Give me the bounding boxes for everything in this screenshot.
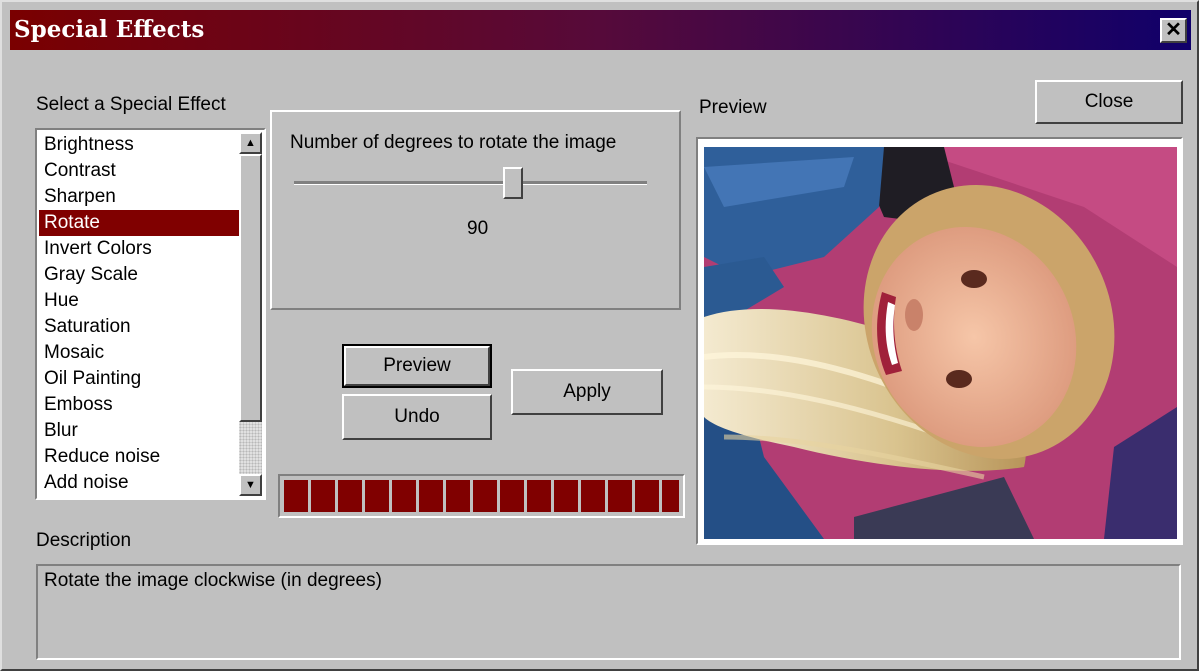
effect-item[interactable]: Brightness xyxy=(39,132,241,158)
window-title: Special Effects xyxy=(14,16,205,43)
effect-item[interactable]: Rotate xyxy=(39,210,241,236)
scroll-up-icon: ▲ xyxy=(245,137,256,149)
preview-pane xyxy=(696,137,1183,545)
preview-label: Preview xyxy=(699,97,767,118)
effect-item[interactable]: Add noise xyxy=(39,470,241,496)
special-effects-dialog: Special Effects ✕ Select a Special Effec… xyxy=(0,0,1199,671)
effect-item[interactable]: Contrast xyxy=(39,158,241,184)
progress-bar xyxy=(278,474,685,518)
description-label: Description xyxy=(36,530,132,551)
undo-button[interactable]: Undo xyxy=(342,394,492,440)
effects-list-label: Select a Special Effect xyxy=(36,94,226,115)
effect-item[interactable]: Blur xyxy=(39,418,241,444)
scroll-thumb[interactable] xyxy=(239,154,262,422)
scroll-down-icon: ▼ xyxy=(245,479,256,491)
description-text: Rotate the image clockwise (in degrees) xyxy=(44,570,382,591)
parameter-group: Number of degrees to rotate the image 90 xyxy=(270,110,681,310)
title-bar[interactable]: Special Effects ✕ xyxy=(10,10,1191,50)
apply-button[interactable]: Apply xyxy=(511,369,663,415)
close-button[interactable]: Close xyxy=(1035,80,1183,124)
effect-item[interactable]: Emboss xyxy=(39,392,241,418)
effects-scrollbar[interactable]: ▲ ▼ xyxy=(239,132,262,496)
preview-button[interactable]: Preview xyxy=(342,344,492,388)
effect-item[interactable]: Oil Painting xyxy=(39,366,241,392)
parameter-label: Number of degrees to rotate the image xyxy=(290,132,617,153)
close-icon: ✕ xyxy=(1165,19,1182,41)
effect-item[interactable]: Sharpen xyxy=(39,184,241,210)
effects-list: Brightness Contrast Sharpen Rotate Invert Co… xyxy=(39,132,241,496)
effect-item[interactable]: Hue xyxy=(39,288,241,314)
window-close-button[interactable]: ✕ xyxy=(1160,18,1187,43)
effect-item[interactable]: Mosaic xyxy=(39,340,241,366)
effect-item[interactable]: Gray Scale xyxy=(39,262,241,288)
effect-item[interactable]: Reduce noise xyxy=(39,444,241,470)
rotated-photo xyxy=(704,147,1177,539)
degrees-slider-track[interactable] xyxy=(294,181,647,185)
description-box: Rotate the image clockwise (in degrees) xyxy=(36,564,1181,660)
effect-item[interactable]: Saturation xyxy=(39,314,241,340)
effect-item[interactable]: Invert Colors xyxy=(39,236,241,262)
scroll-up-button[interactable]: ▲ xyxy=(239,132,262,154)
degrees-value: 90 xyxy=(467,218,489,239)
scroll-down-button[interactable]: ▼ xyxy=(239,474,262,496)
progress-fill xyxy=(284,480,679,512)
effects-listbox[interactable]: Brightness Contrast Sharpen Rotate Invert Co… xyxy=(35,128,266,500)
degrees-slider-thumb[interactable] xyxy=(502,167,523,199)
preview-image xyxy=(704,147,1177,539)
